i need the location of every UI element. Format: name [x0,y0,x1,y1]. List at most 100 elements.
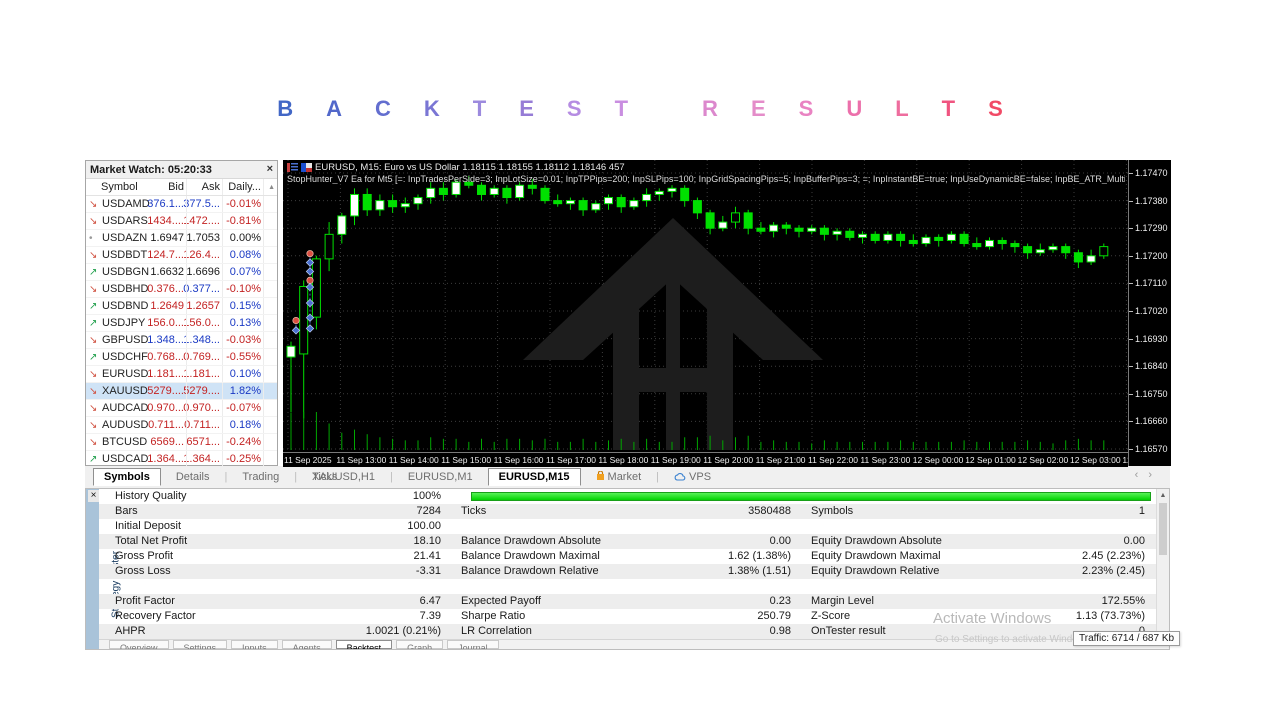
result-row: Gross Loss -3.31 Balance Drawdown Relative… [99,564,1158,579]
chart-tab-eurusd-m15[interactable]: EURUSD,M15 [487,468,581,486]
page-title: BACKTESTRESULTS [0,96,1280,122]
stat-value: 100.00 [407,520,441,532]
close-icon[interactable]: × [88,490,99,502]
price-axis-label: 1.17020 [1135,306,1168,316]
chart-window[interactable]: EURUSD, M15: Euro vs US Dollar 1.18115 1… [283,160,1171,467]
market-watch-row[interactable]: ↗ USDCHF 0.768... 0.769... -0.55% [86,349,277,366]
scroll-up-icon[interactable]: ▲ [1157,489,1169,502]
up-arrow-icon: ↗ [89,300,98,312]
ea-parameters-line: StopHunter_V7 Ea for Mt5 [=: InpTradesPe… [287,174,1125,184]
price-axis-label: 1.17470 [1135,168,1168,178]
tester-tab-inputs[interactable]: Inputs [231,640,278,649]
ask-value: 1.348... [183,334,220,346]
market-watch-row[interactable]: • USDAZN 1.6947 1.7053 0.00% [86,230,277,247]
bid-value: 124.7... [147,249,184,261]
bid-value: 1.6632 [150,266,184,278]
bottom-tab-strip: Symbols Details | Trading | Ticks XAUUSD,H1 | E… [85,466,1170,489]
market-watch-row[interactable]: ↘ BTCUSD 6569... 6571... -0.24% [86,434,277,451]
scrollbar-thumb[interactable] [1159,503,1167,555]
market-watch-row[interactable]: ↘ USDARS 1434.... 1472.... -0.81% [86,213,277,230]
column-symbol[interactable]: Symbol [101,181,138,193]
daily-change: -0.03% [226,334,261,346]
market-watch-row[interactable]: ↘ USDBDT 124.7... 126.4... 0.08% [86,247,277,264]
tab-nav-arrows[interactable]: ‹› [1135,469,1162,481]
scroll-up-icon[interactable]: ▲ [268,184,275,191]
tab-details[interactable]: Details [167,470,219,484]
market-watch-row[interactable]: ↗ USDBGN 1.6632 1.6696 0.07% [86,264,277,281]
scrollbar[interactable]: ▲ [1156,489,1169,649]
sell-marker [306,276,314,284]
market-watch-row[interactable]: ↘ USDBHD 0.376... 0.377... -0.10% [86,281,277,298]
column-bid[interactable]: Bid [168,181,184,193]
stat-value: 1.62 (1.38%) [728,550,791,562]
time-axis[interactable]: 11 Sep 2025 11 Sep 13:00 11 Sep 14:00 11 Se… [283,452,1128,467]
ask-value: 156.0... [183,317,220,329]
stat-label: Gross Profit [115,550,174,562]
market-watch-row[interactable]: ↗ USDBND 1.2649 1.2657 0.15% [86,298,277,315]
ask-value: 126.4... [183,249,220,261]
chart-symbol-info: EURUSD, M15: Euro vs US Dollar 1.18115 1… [315,162,625,173]
ask-value: 377.5... [183,198,220,210]
title-letter: T [472,96,487,121]
stat-value: 6.47 [419,595,441,607]
market-watch-row[interactable]: ↘ AUDCAD 0.970... 0.970... -0.07% [86,400,277,417]
market-watch-row[interactable]: ↘ EURUSD 1.181... 1.181... 0.10% [86,366,277,383]
symbol-name: USDARS [102,215,148,227]
bid-value: 5279.... [147,385,184,397]
bid-value: 1.6947 [150,232,184,244]
chart-tab-vps[interactable]: VPS [665,470,720,484]
up-arrow-icon: ↗ [89,351,98,363]
stat-value: 1.0021 (0.21%) [365,625,441,637]
column-ask[interactable]: Ask [202,181,220,193]
vps-cloud-icon [674,473,686,481]
market-watch-row[interactable]: ↗ USDJPY 156.0... 156.0... 0.13% [86,315,277,332]
activate-windows-watermark: Activate Windows [933,610,1052,627]
market-watch-row[interactable]: ↘ GBPUSD 1.348... 1.348... -0.03% [86,332,277,349]
stat-label: Balance Drawdown Absolute [461,535,602,547]
tab-trading[interactable]: Trading [233,470,288,484]
time-axis-label: 12 Sep 02:00 [1017,455,1069,465]
chart-tab-eurusd-m1[interactable]: EURUSD,M1 [399,470,482,484]
down-arrow-icon: ↘ [89,385,98,397]
strategy-tester-vertical-tab[interactable]: Strategy Tester [86,489,122,649]
symbol-name: BTCUSD [102,436,148,448]
tester-tab-agents[interactable]: Agents [281,640,332,649]
chart-tab-market[interactable]: Market [587,470,651,484]
bid-value: 1434.... [147,215,184,227]
tester-tab-journal[interactable]: Journal [447,640,499,649]
daily-change: -0.25% [226,453,261,465]
result-row: Bars 7284 Ticks 3580488 Symbols 1 [99,504,1158,519]
column-daily[interactable]: Daily... [228,181,261,193]
daily-change: -0.55% [226,351,261,363]
down-arrow-icon: ↘ [89,334,98,346]
ask-value: 0.377... [183,283,220,295]
market-watch-row[interactable]: ↘ XAUUSD 5279.... 5279.... 1.82% [86,383,277,400]
title-letter: C [374,96,391,121]
candlestick-plot[interactable] [283,160,1128,452]
price-axis-label: 1.16750 [1135,388,1168,399]
market-watch-titlebar: Market Watch: 05:20:33 × [86,161,277,179]
price-axis[interactable]: 1.17470 1.17380 1.17290 1.17200 1.17110 1.170… [1128,160,1171,466]
daily-change: -0.24% [226,436,261,448]
market-watch-row[interactable]: ↘ USDAMD 376.1... 377.5... -0.01% [86,196,277,213]
daily-change: -0.07% [226,402,261,414]
price-axis-label: 1.17380 [1135,195,1168,206]
tab-symbols[interactable]: Symbols [93,468,161,486]
tester-tab-graph[interactable]: Graph [396,640,444,649]
stat-label: Gross Loss [115,565,171,577]
symbol-name: USDAMD [102,198,150,210]
down-arrow-icon: ↘ [89,249,98,261]
tester-tab-backtest[interactable]: Backtest [335,640,393,649]
close-icon[interactable]: × [267,164,273,175]
price-axis-label: 1.16930 [1135,333,1168,344]
down-arrow-icon: ↘ [89,436,98,448]
market-watch-row[interactable]: ↘ AUDUSD 0.711... 0.711... 0.18% [86,417,277,434]
time-axis-label: 11 Sep 13:00 [336,455,387,465]
tester-tab-settings[interactable]: Settings [172,640,228,649]
title-letter: K [423,96,440,121]
tester-tab-overview[interactable]: Overview [109,640,169,649]
chart-tab-xauusd-h1[interactable]: XAUUSD,H1 [303,470,384,484]
daily-change: 0.15% [229,300,261,312]
ask-value: 1472.... [183,215,220,227]
time-axis-label: 12 Sep 03:00 [1070,455,1121,465]
